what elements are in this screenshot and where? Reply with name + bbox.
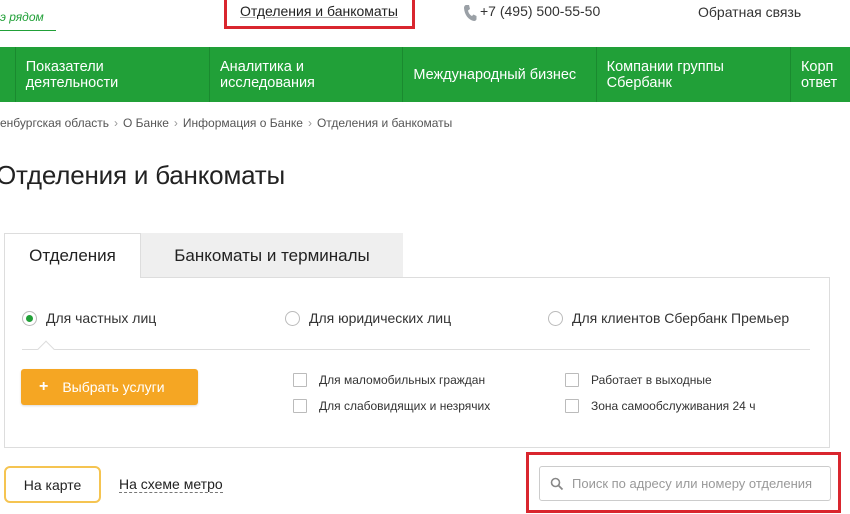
plus-icon: +	[39, 378, 49, 395]
nav-item-label: Аналитика и исследования	[220, 58, 315, 91]
tagline: э рядом	[0, 10, 44, 24]
tagline-underline	[0, 30, 56, 31]
nav-item-performance[interactable]: Показатели деятельности	[16, 47, 211, 102]
view-on-map-button[interactable]: На карте	[4, 466, 101, 503]
checkbox-label: Для слабовидящих и незрячих	[319, 399, 491, 413]
breadcrumb-separator-icon: ›	[114, 116, 119, 130]
search-icon	[550, 477, 564, 490]
filter-panel	[4, 277, 830, 448]
branches-atms-link[interactable]: Отделения и банкоматы	[240, 3, 398, 19]
checkbox-icon	[293, 373, 307, 387]
checkbox-icon	[565, 373, 579, 387]
checkbox-weekends[interactable]: Работает в выходные	[565, 373, 712, 387]
search-input[interactable]	[572, 476, 822, 491]
nav-scroll-left[interactable]	[0, 47, 16, 102]
nav-item-group-companies[interactable]: Компании группы Сбербанк	[597, 47, 791, 102]
top-bar: э рядом Отделения и банкоматы +7 (495) 5…	[0, 0, 850, 46]
nav-item-label: Корп ответ	[800, 58, 838, 91]
breadcrumb-current: Отделения и банкоматы	[316, 116, 453, 130]
breadcrumb-separator-icon: ›	[173, 116, 178, 130]
nav-item-label: Международный бизнес	[413, 66, 577, 83]
radio-label: Для частных лиц	[46, 310, 157, 326]
checkbox-label: Работает в выходные	[591, 373, 712, 387]
checkbox-label: Для маломобильных граждан	[319, 373, 486, 387]
nav-item-analytics[interactable]: Аналитика и исследования	[210, 47, 404, 102]
feedback-link[interactable]: Обратная связь	[698, 4, 801, 20]
choose-services-button[interactable]: + Выбрать услуги	[21, 369, 198, 405]
divider	[22, 349, 810, 350]
breadcrumb-about[interactable]: О Банке	[123, 116, 169, 130]
nav-item-label: Компании группы Сбербанк	[606, 58, 724, 91]
checkbox-low-mobility[interactable]: Для маломобильных граждан	[293, 373, 485, 387]
breadcrumb-region[interactable]: енбургская область	[0, 116, 109, 130]
main-nav: Показатели деятельности Аналитика и иссл…	[0, 47, 850, 102]
tab-atms-terminals[interactable]: Банкоматы и терминалы	[141, 233, 403, 278]
tab-branches[interactable]: Отделения	[4, 233, 141, 278]
breadcrumb-separator-icon: ›	[307, 116, 312, 130]
breadcrumb-bank-info[interactable]: Информация о Банке	[183, 116, 303, 130]
checkbox-visually-impaired[interactable]: Для слабовидящих и незрячих	[293, 399, 490, 413]
checkbox-icon	[293, 399, 307, 413]
nav-item-corporate[interactable]: Корп ответ	[791, 47, 850, 102]
radio-private-clients[interactable]: Для частных лиц	[22, 310, 156, 326]
nav-item-international[interactable]: Международный бизнес	[403, 47, 597, 102]
nav-item-label: Показатели деятельности	[25, 58, 119, 91]
search-box	[539, 466, 831, 501]
radio-unselected-icon	[285, 310, 300, 326]
radio-selected-icon	[22, 310, 37, 326]
checkbox-self-service-24h[interactable]: Зона самообслуживания 24 ч	[565, 399, 755, 413]
breadcrumb: енбургская область › О Банке › Информация о …	[0, 116, 452, 130]
radio-unselected-icon	[548, 310, 563, 326]
radio-premier-clients[interactable]: Для клиентов Сбербанк Премьер	[548, 310, 789, 326]
page-title: Отделения и банкоматы	[0, 160, 285, 190]
checkbox-label: Зона самообслуживания 24 ч	[591, 399, 756, 413]
view-metro-scheme-link[interactable]: На схеме метро	[119, 477, 223, 493]
choose-services-label: Выбрать услуги	[62, 379, 165, 395]
phone-icon	[464, 5, 477, 21]
radio-label: Для клиентов Сбербанк Премьер	[572, 310, 790, 326]
radio-label: Для юридических лиц	[309, 310, 452, 326]
checkbox-icon	[565, 399, 579, 413]
phone-number[interactable]: +7 (495) 500-55-50	[480, 3, 600, 19]
radio-legal-entities[interactable]: Для юридических лиц	[285, 310, 451, 326]
